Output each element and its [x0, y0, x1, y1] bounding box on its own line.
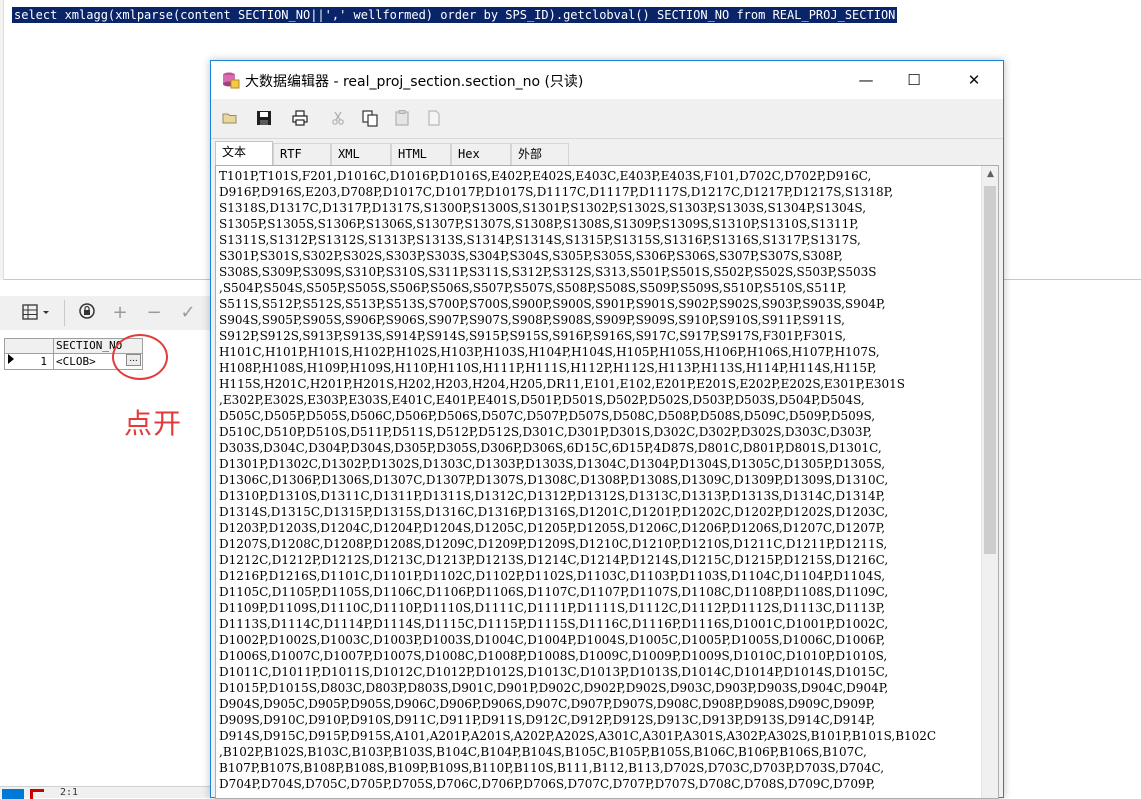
text-line: S1318S,D1317C,D1317P,D1317S,S1300P,S1300…	[219, 201, 867, 215]
text-line: D1314S,D1315C,D1315P,D1315S,D1316C,D1316…	[219, 505, 889, 519]
text-line: D909S,D910C,D910P,D910S,D911C,D911P,D911…	[219, 713, 876, 727]
minimize-button[interactable]: —	[843, 61, 889, 99]
text-line: S308S,S309P,S309S,S310P,S310S,S311P,S311…	[219, 265, 877, 279]
tab-text[interactable]: 文本	[215, 141, 273, 165]
text-line: ,S504P,S504S,S505P,S505S,S506P,S506S,S50…	[219, 281, 847, 295]
database-icon	[223, 72, 240, 89]
text-line: D1011C,D1011P,D1011S,D1012C,D1012P,D1012…	[219, 665, 889, 679]
text-line: D904S,D905C,D905P,D905S,D906C,D906P,D906…	[219, 697, 876, 711]
copy-icon[interactable]	[361, 109, 379, 127]
editor-tabs: 文本 RTF XML HTML Hex 外部	[211, 139, 1003, 165]
text-line: S511S,S512P,S512S,S513P,S513S,S700P,S700…	[219, 297, 886, 311]
vertical-scrollbar[interactable]: ▲	[981, 166, 998, 798]
sql-query-selected-text[interactable]: select xmlagg(xmlparse(content SECTION_N…	[12, 7, 898, 23]
print-icon[interactable]	[291, 109, 309, 127]
text-line: D1216P,D1216S,D1101C,D1101P,D1102C,D1102…	[219, 569, 886, 583]
lock-icon	[79, 303, 95, 319]
tab-external[interactable]: 外部	[511, 143, 569, 165]
text-line: S912P,S912S,S913P,S913S,S914P,S914S,S915…	[219, 329, 847, 343]
text-line: D1301P,D1302C,D1302P,D1302S,D1303C,D1303…	[219, 457, 886, 471]
add-record-button[interactable]: +	[110, 302, 130, 324]
tab-hex[interactable]: Hex	[451, 143, 511, 165]
text-content-area[interactable]: T101P,T101S,F201,D1016C,D1016P,D1016S,E4…	[215, 165, 999, 799]
grid-corner-cell	[4, 338, 54, 354]
current-row-indicator-icon	[8, 354, 14, 364]
clob-text[interactable]: T101P,T101S,F201,D1016C,D1016P,D1016S,E4…	[219, 168, 981, 792]
annotation-label: 点开	[124, 407, 183, 440]
text-line: D1203P,D1203S,D1204C,D1204P,D1204S,D1205…	[219, 521, 886, 535]
text-line: S1311S,S1312P,S1312S,S1313P,S1313S,S1314…	[219, 233, 861, 247]
cut-icon[interactable]	[329, 109, 347, 127]
close-button[interactable]: ✕	[951, 61, 997, 99]
dialog-titlebar[interactable]: 大数据编辑器 - real_proj_section.section_no (只…	[211, 61, 1003, 99]
results-grid[interactable]	[0, 330, 215, 770]
annotation-circle	[112, 334, 168, 380]
cursor-position: 2:1	[60, 787, 79, 798]
scroll-up-icon[interactable]: ▲	[982, 166, 998, 183]
text-line: D303S,D304C,D304P,D304S,D305P,D305S,D306…	[219, 441, 882, 455]
text-line: D916P,D916S,E203,D708P,D1017C,D1017P,D10…	[219, 185, 894, 199]
tab-rtf[interactable]: RTF	[273, 143, 331, 165]
text-line: ,E302P,E302S,E303P,E303S,E401C,E401P,E40…	[219, 393, 865, 407]
text-line: D1002P,D1002S,D1003C,D1003P,D1003S,D1004…	[219, 633, 886, 647]
text-line: H108P,H108S,H109P,H109S,H110P,H110S,H111…	[219, 361, 877, 375]
text-line: B107P,B107S,B108P,B108S,B109P,B109S,B110…	[219, 761, 885, 775]
clear-icon[interactable]	[425, 109, 443, 127]
grid-icon	[22, 304, 49, 320]
text-line: D1105C,D1105P,D1105S,D1106C,D1106P,D1106…	[219, 585, 889, 599]
text-line: D505C,D505P,D505S,D506C,D506P,D506S,D507…	[219, 409, 876, 423]
status-bar: 2:1	[0, 786, 215, 799]
text-line: D1207S,D1208C,D1208P,D1208S,D1209C,D1209…	[219, 537, 888, 551]
text-line: D914S,D915C,D915P,D915S,A101,A201P,A201S…	[219, 729, 937, 743]
text-line: S904S,S905P,S905S,S906P,S906S,S907P,S907…	[219, 313, 845, 327]
text-line: ,B102P,B102S,B103C,B103P,B103S,B104C,B10…	[219, 745, 867, 759]
text-line: S301P,S301S,S302P,S302S,S303P,S303S,S304…	[219, 249, 843, 263]
toolbar-separator	[64, 300, 65, 326]
paste-icon[interactable]	[393, 109, 411, 127]
open-icon[interactable]	[221, 109, 239, 127]
text-line: D1109P,D1109S,D1110C,D1110P,D1110S,D1111…	[219, 601, 886, 615]
text-line: D1113S,D1114C,D1114P,D1114S,D1115C,D1115…	[219, 617, 889, 631]
tab-xml[interactable]: XML	[331, 143, 391, 165]
scrollbar-thumb[interactable]	[984, 186, 996, 554]
save-icon[interactable]	[255, 109, 273, 127]
text-line: H101C,H101P,H101S,H102P,H102S,H103P,H103…	[219, 345, 880, 359]
text-line: S1305P,S1305S,S1306P,S1306S,S1307P,S1307…	[219, 217, 859, 231]
text-line: D1306C,D1306P,D1306S,D1307C,D1307P,D1307…	[219, 473, 889, 487]
editor-toolbar	[211, 99, 1003, 139]
editor-gutter	[0, 0, 4, 280]
dialog-title: 大数据编辑器 - real_proj_section.section_no (只…	[245, 74, 584, 90]
post-changes-button[interactable]: ✓	[178, 302, 198, 324]
text-line: T101P,T101S,F201,D1016C,D1016P,D1016S,E4…	[219, 169, 872, 183]
tab-html[interactable]: HTML	[391, 143, 451, 165]
grid-view-dropdown-button[interactable]	[18, 302, 54, 324]
text-line: D1212C,D1212P,D1212S,D1213C,D1213P,D1213…	[219, 553, 889, 567]
text-line: H115S,H201C,H201P,H201S,H202,H203,H204,H…	[219, 377, 905, 391]
lock-button[interactable]	[76, 302, 98, 324]
delete-record-button[interactable]: −	[144, 302, 164, 324]
text-line: D510C,D510P,D510S,D511P,D511S,D512P,D512…	[219, 425, 872, 439]
maximize-button[interactable]: ☐	[891, 61, 937, 99]
text-line: D1015P,D1015S,D803C,D803P,D803S,D901C,D9…	[219, 681, 889, 695]
results-grid-toolbar: + − ✓	[0, 296, 215, 330]
text-line: D1006S,D1007C,D1007P,D1007S,D1008C,D1008…	[219, 649, 888, 663]
text-line: D1310P,D1310S,D1311C,D1311P,D1311S,D1312…	[219, 489, 886, 503]
text-line: D704P,D704S,D705C,D705P,D705S,D706C,D706…	[219, 777, 876, 791]
large-data-editor-dialog: 大数据编辑器 - real_proj_section.section_no (只…	[210, 60, 1004, 799]
